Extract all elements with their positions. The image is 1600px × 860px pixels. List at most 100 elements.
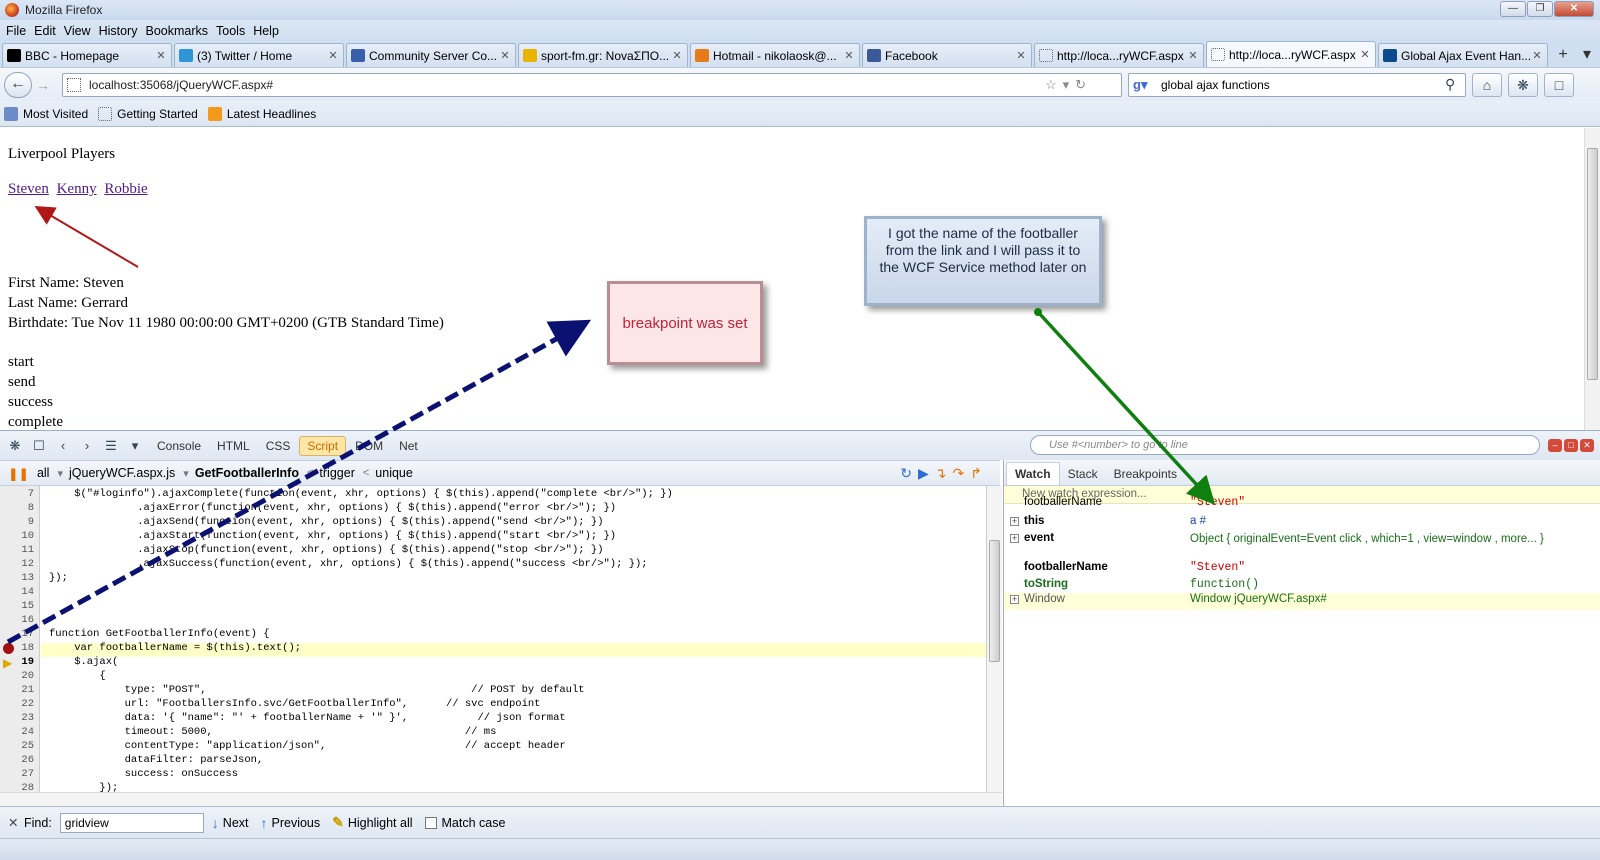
- menu-help[interactable]: Help: [249, 24, 283, 38]
- line-number[interactable]: 21: [21, 684, 34, 696]
- tab-list-icon[interactable]: ▾: [1576, 45, 1598, 67]
- firebug-detach-icon[interactable]: □: [1564, 439, 1578, 452]
- line-number[interactable]: 26: [21, 754, 34, 766]
- google-icon[interactable]: g▾: [1133, 77, 1161, 93]
- continue-icon[interactable]: ▶: [918, 465, 929, 482]
- tab-css[interactable]: CSS: [259, 437, 298, 455]
- bookmark-getting-started[interactable]: Getting Started: [98, 106, 198, 121]
- player-link-steven[interactable]: Steven: [8, 181, 49, 197]
- search-input[interactable]: global ajax functions: [1161, 78, 1445, 92]
- find-next-button[interactable]: ↓ Next: [212, 815, 249, 831]
- tab-stack[interactable]: Stack: [1060, 463, 1106, 485]
- script-source[interactable]: $("#loginfo").ajaxComplete(function(even…: [41, 486, 986, 806]
- line-number[interactable]: 13: [21, 572, 34, 584]
- bookmark-folder-icon[interactable]: □: [1544, 72, 1574, 97]
- scroll-thumb[interactable]: [989, 540, 1000, 662]
- expand-icon[interactable]: +: [1010, 595, 1019, 604]
- line-number-gutter[interactable]: 7 8 9 10 11 12 13 14 15 16 17 18 19 20 21 22 23 24 25 26 27 2…: [0, 486, 40, 806]
- scroll-thumb[interactable]: [1587, 148, 1598, 380]
- line-number[interactable]: 19: [21, 656, 34, 668]
- line-number[interactable]: 20: [21, 670, 34, 682]
- line-number[interactable]: 15: [21, 600, 34, 612]
- find-previous-button[interactable]: ↑ Previous: [261, 815, 321, 831]
- menu-file[interactable]: File: [2, 24, 30, 38]
- tab-facebook[interactable]: Facebook ✕: [862, 43, 1032, 67]
- line-number[interactable]: 9: [28, 516, 34, 528]
- new-tab-icon[interactable]: +: [1552, 45, 1574, 67]
- highlight-all-button[interactable]: ✎ Highlight all: [332, 814, 412, 831]
- code-horizontal-scrollbar[interactable]: [0, 792, 1002, 806]
- tab-sport-fm[interactable]: sport-fm.gr: NovaΣΠΟ... ✕: [518, 43, 688, 67]
- tab-localhost-2[interactable]: http://loca...ryWCF.aspx ✕: [1206, 41, 1376, 67]
- close-window-button[interactable]: ✕: [1554, 1, 1594, 17]
- pause-icon[interactable]: ❚❚: [8, 466, 29, 481]
- script-file-select[interactable]: jQueryWCF.aspx.js: [69, 466, 175, 480]
- tab-dom[interactable]: DOM: [348, 437, 390, 455]
- url-bar[interactable]: localhost:35068/jQueryWCF.aspx# ☆▾↻: [62, 72, 1122, 97]
- close-find-icon[interactable]: ✕: [8, 815, 24, 830]
- tab-localhost-1[interactable]: http://loca...ryWCF.aspx ✕: [1034, 43, 1204, 67]
- home-icon[interactable]: ⌂: [1472, 72, 1502, 97]
- forward-arrow-icon[interactable]: →: [32, 74, 54, 96]
- list-icon[interactable]: ☰: [102, 438, 120, 454]
- player-link-robbie[interactable]: Robbie: [104, 181, 147, 197]
- rerun-icon[interactable]: ↻: [900, 465, 912, 482]
- url-text[interactable]: localhost:35068/jQueryWCF.aspx#: [89, 78, 1045, 92]
- player-link-kenny[interactable]: Kenny: [57, 181, 97, 197]
- line-number[interactable]: 12: [21, 558, 34, 570]
- firebug-icon[interactable]: ❋: [6, 438, 24, 454]
- firebug-toggle-icon[interactable]: ❋: [1508, 72, 1538, 97]
- line-number[interactable]: 25: [21, 740, 34, 752]
- line-number[interactable]: 23: [21, 712, 34, 724]
- bookmark-most-visited[interactable]: Most Visited: [4, 106, 88, 121]
- expand-icon[interactable]: +: [1010, 534, 1019, 543]
- inspect-icon[interactable]: ☐: [30, 438, 48, 454]
- line-number[interactable]: 16: [21, 614, 34, 626]
- find-input[interactable]: gridview: [59, 812, 204, 833]
- maximize-button[interactable]: ❐: [1527, 1, 1553, 17]
- tab-close-icon[interactable]: ✕: [671, 49, 683, 62]
- firebug-minimize-icon[interactable]: –: [1548, 439, 1562, 452]
- menu-bookmarks[interactable]: Bookmarks: [141, 24, 212, 38]
- line-number[interactable]: 8: [28, 502, 34, 514]
- tab-script[interactable]: Script: [299, 435, 347, 456]
- firebug-search-input[interactable]: Use #<number> to go to line: [1030, 435, 1540, 455]
- bookmark-latest-headlines[interactable]: Latest Headlines: [207, 106, 316, 121]
- line-number[interactable]: 18: [21, 642, 34, 654]
- tab-bbc[interactable]: BBC - Homepage ✕: [2, 43, 172, 67]
- tab-close-icon[interactable]: ✕: [499, 49, 511, 62]
- forward-icon[interactable]: ›: [78, 438, 96, 454]
- step-out-icon[interactable]: ↱: [970, 465, 982, 482]
- minimize-button[interactable]: —: [1500, 1, 1526, 17]
- line-number[interactable]: 27: [21, 768, 34, 780]
- back-arrow-icon[interactable]: ←: [4, 71, 32, 98]
- watch-row[interactable]: + Window Window jQueryWCF.aspx#: [1004, 593, 1600, 610]
- match-case-checkbox[interactable]: Match case: [424, 816, 505, 830]
- expand-icon[interactable]: +: [1010, 517, 1019, 526]
- tab-close-icon[interactable]: ✕: [327, 49, 339, 62]
- code-scrollbar[interactable]: [986, 486, 1002, 792]
- tab-close-icon[interactable]: ✕: [1015, 49, 1027, 62]
- breadcrumb-trigger[interactable]: trigger: [319, 466, 354, 480]
- tab-twitter[interactable]: (3) Twitter / Home ✕: [174, 43, 344, 67]
- line-number[interactable]: 14: [21, 586, 34, 598]
- line-number[interactable]: 10: [21, 530, 34, 542]
- line-number[interactable]: 24: [21, 726, 34, 738]
- step-into-icon[interactable]: ↴: [935, 465, 947, 482]
- menu-history[interactable]: History: [95, 24, 142, 38]
- breakpoint-icon[interactable]: [3, 643, 14, 654]
- line-number[interactable]: 7: [28, 488, 34, 500]
- line-number[interactable]: 11: [21, 544, 34, 556]
- tab-community-server[interactable]: Community Server Co... ✕: [346, 43, 516, 67]
- tab-console[interactable]: Console: [150, 437, 208, 455]
- breadcrumb-unique[interactable]: unique: [375, 466, 413, 480]
- search-icon[interactable]: ⚲: [1445, 76, 1465, 93]
- tab-close-icon[interactable]: ✕: [155, 49, 167, 62]
- tab-html[interactable]: HTML: [210, 437, 257, 455]
- tab-net[interactable]: Net: [392, 437, 425, 455]
- tab-watch[interactable]: Watch: [1006, 462, 1060, 485]
- firebug-close-icon[interactable]: ✕: [1580, 439, 1594, 452]
- script-filter[interactable]: all: [37, 466, 50, 480]
- tab-close-icon[interactable]: ✕: [1187, 49, 1199, 62]
- line-number[interactable]: 22: [21, 698, 34, 710]
